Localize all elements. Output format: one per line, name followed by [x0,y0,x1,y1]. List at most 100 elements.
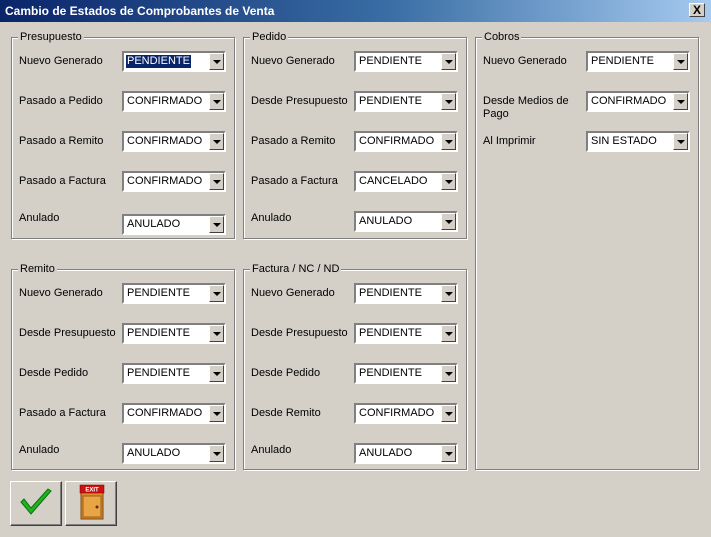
dropdown-arrow-icon[interactable] [209,325,224,342]
presupuesto-pasado-pedido-label: Pasado a Pedido [19,95,103,107]
factura-desde-remito-label: Desde Remito [251,407,321,419]
select-value: PENDIENTE [127,327,190,339]
select-value: CONFIRMADO [127,407,203,419]
select-value: CANCELADO [359,175,428,187]
presupuesto-anulado-label: Anulado [19,212,60,224]
dropdown-arrow-icon[interactable] [673,93,688,110]
group-title: Presupuesto [18,31,84,43]
dropdown-arrow-icon[interactable] [209,285,224,302]
factura-nuevo-generado-label: Nuevo Generado [251,287,335,299]
select-value: PENDIENTE [359,367,422,379]
presupuesto-pasado-pedido-select[interactable]: CONFIRMADO [122,91,226,112]
dropdown-arrow-icon[interactable] [673,53,688,70]
dropdown-arrow-icon[interactable] [441,365,456,382]
pedido-pasado-remito-select[interactable]: CONFIRMADO [354,131,458,152]
pedido-anulado-label: Anulado [251,212,292,224]
dropdown-arrow-icon[interactable] [441,285,456,302]
pedido-desde-presupuesto-label: Desde Presupuesto [251,95,348,107]
dropdown-arrow-icon[interactable] [209,133,224,150]
dropdown-arrow-icon[interactable] [441,405,456,422]
dropdown-arrow-icon[interactable] [441,325,456,342]
pedido-desde-presupuesto-select[interactable]: PENDIENTE [354,91,458,112]
factura-desde-presupuesto-select[interactable]: PENDIENTE [354,323,458,344]
title-bar: Cambio de Estados de Comprobantes de Ven… [0,0,711,22]
select-value: CONFIRMADO [127,175,203,187]
presupuesto-nuevo-generado-select[interactable]: PENDIENTE [122,51,226,72]
dropdown-arrow-icon[interactable] [209,53,224,70]
pedido-pasado-factura-select[interactable]: CANCELADO [354,171,458,192]
presupuesto-anulado-select[interactable]: ANULADO [122,214,226,235]
select-value: PENDIENTE [591,55,654,67]
cobros-nuevo-generado-label: Nuevo Generado [483,55,567,67]
select-value: CONFIRMADO [127,135,203,147]
dropdown-arrow-icon[interactable] [209,405,224,422]
cobros-nuevo-generado-select[interactable]: PENDIENTE [586,51,690,72]
presupuesto-pasado-factura-select[interactable]: CONFIRMADO [122,171,226,192]
remito-anulado-select[interactable]: ANULADO [122,443,226,464]
select-value: CONFIRMADO [127,95,203,107]
select-value: PENDIENTE [125,54,192,69]
select-value: ANULADO [359,447,413,459]
factura-nuevo-generado-select[interactable]: PENDIENTE [354,283,458,304]
factura-desde-pedido-select[interactable]: PENDIENTE [354,363,458,384]
dropdown-arrow-icon[interactable] [441,445,456,462]
presupuesto-pasado-remito-label: Pasado a Remito [19,135,104,147]
select-value: CONFIRMADO [591,95,667,107]
select-value: PENDIENTE [359,55,422,67]
remito-desde-pedido-label: Desde Pedido [19,367,89,379]
select-value: CONFIRMADO [359,407,435,419]
dropdown-arrow-icon[interactable] [673,133,688,150]
cobros-al-imprimir-select[interactable]: SIN ESTADO [586,131,690,152]
pedido-pasado-remito-label: Pasado a Remito [251,135,336,147]
remito-nuevo-generado-label: Nuevo Generado [19,287,103,299]
dropdown-arrow-icon[interactable] [441,173,456,190]
group-title: Remito [18,263,57,275]
checkmark-icon [20,488,52,515]
exit-sign-text: EXIT [85,488,99,494]
window-title: Cambio de Estados de Comprobantes de Ven… [5,4,275,18]
factura-anulado-select[interactable]: ANULADO [354,443,458,464]
cobros-al-imprimir-label: Al Imprimir [483,135,536,147]
pedido-nuevo-generado-select[interactable]: PENDIENTE [354,51,458,72]
dropdown-arrow-icon[interactable] [209,445,224,462]
dropdown-arrow-icon[interactable] [209,173,224,190]
factura-desde-pedido-label: Desde Pedido [251,367,321,379]
dropdown-arrow-icon[interactable] [209,216,224,233]
pedido-anulado-select[interactable]: ANULADO [354,211,458,232]
factura-desde-presupuesto-label: Desde Presupuesto [251,327,348,339]
select-value: ANULADO [127,447,181,459]
dropdown-arrow-icon[interactable] [441,213,456,230]
select-value: ANULADO [127,218,181,230]
pedido-nuevo-generado-label: Nuevo Generado [251,55,335,67]
select-value: PENDIENTE [359,327,422,339]
remito-pasado-factura-select[interactable]: CONFIRMADO [122,403,226,424]
dropdown-arrow-icon[interactable] [441,133,456,150]
factura-desde-remito-select[interactable]: CONFIRMADO [354,403,458,424]
exit-door-icon: EXIT [79,484,105,520]
presupuesto-nuevo-generado-label: Nuevo Generado [19,55,103,67]
remito-pasado-factura-label: Pasado a Factura [19,407,106,419]
accept-button[interactable] [10,481,62,526]
dropdown-arrow-icon[interactable] [441,53,456,70]
group-title: Cobros [482,31,522,43]
select-value: ANULADO [359,215,413,227]
remito-anulado-label: Anulado [19,444,60,456]
select-value: PENDIENTE [359,287,422,299]
presupuesto-pasado-factura-label: Pasado a Factura [19,175,106,187]
exit-button[interactable]: EXIT [65,481,117,526]
presupuesto-pasado-remito-select[interactable]: CONFIRMADO [122,131,226,152]
pedido-pasado-factura-label: Pasado a Factura [251,175,338,187]
remito-nuevo-generado-select[interactable]: PENDIENTE [122,283,226,304]
group-title: Factura / NC / ND [250,263,342,275]
remito-desde-presupuesto-label: Desde Presupuesto [19,327,116,339]
cobros-desde-medios-select[interactable]: CONFIRMADO [586,91,690,112]
dropdown-arrow-icon[interactable] [209,93,224,110]
select-value: PENDIENTE [127,287,190,299]
dropdown-arrow-icon[interactable] [441,93,456,110]
remito-desde-pedido-select[interactable]: PENDIENTE [122,363,226,384]
remito-desde-presupuesto-select[interactable]: PENDIENTE [122,323,226,344]
dropdown-arrow-icon[interactable] [209,365,224,382]
select-value: PENDIENTE [127,367,190,379]
close-button[interactable]: X [689,3,705,17]
cobros-desde-medios-label-line2: Pago [483,108,509,120]
